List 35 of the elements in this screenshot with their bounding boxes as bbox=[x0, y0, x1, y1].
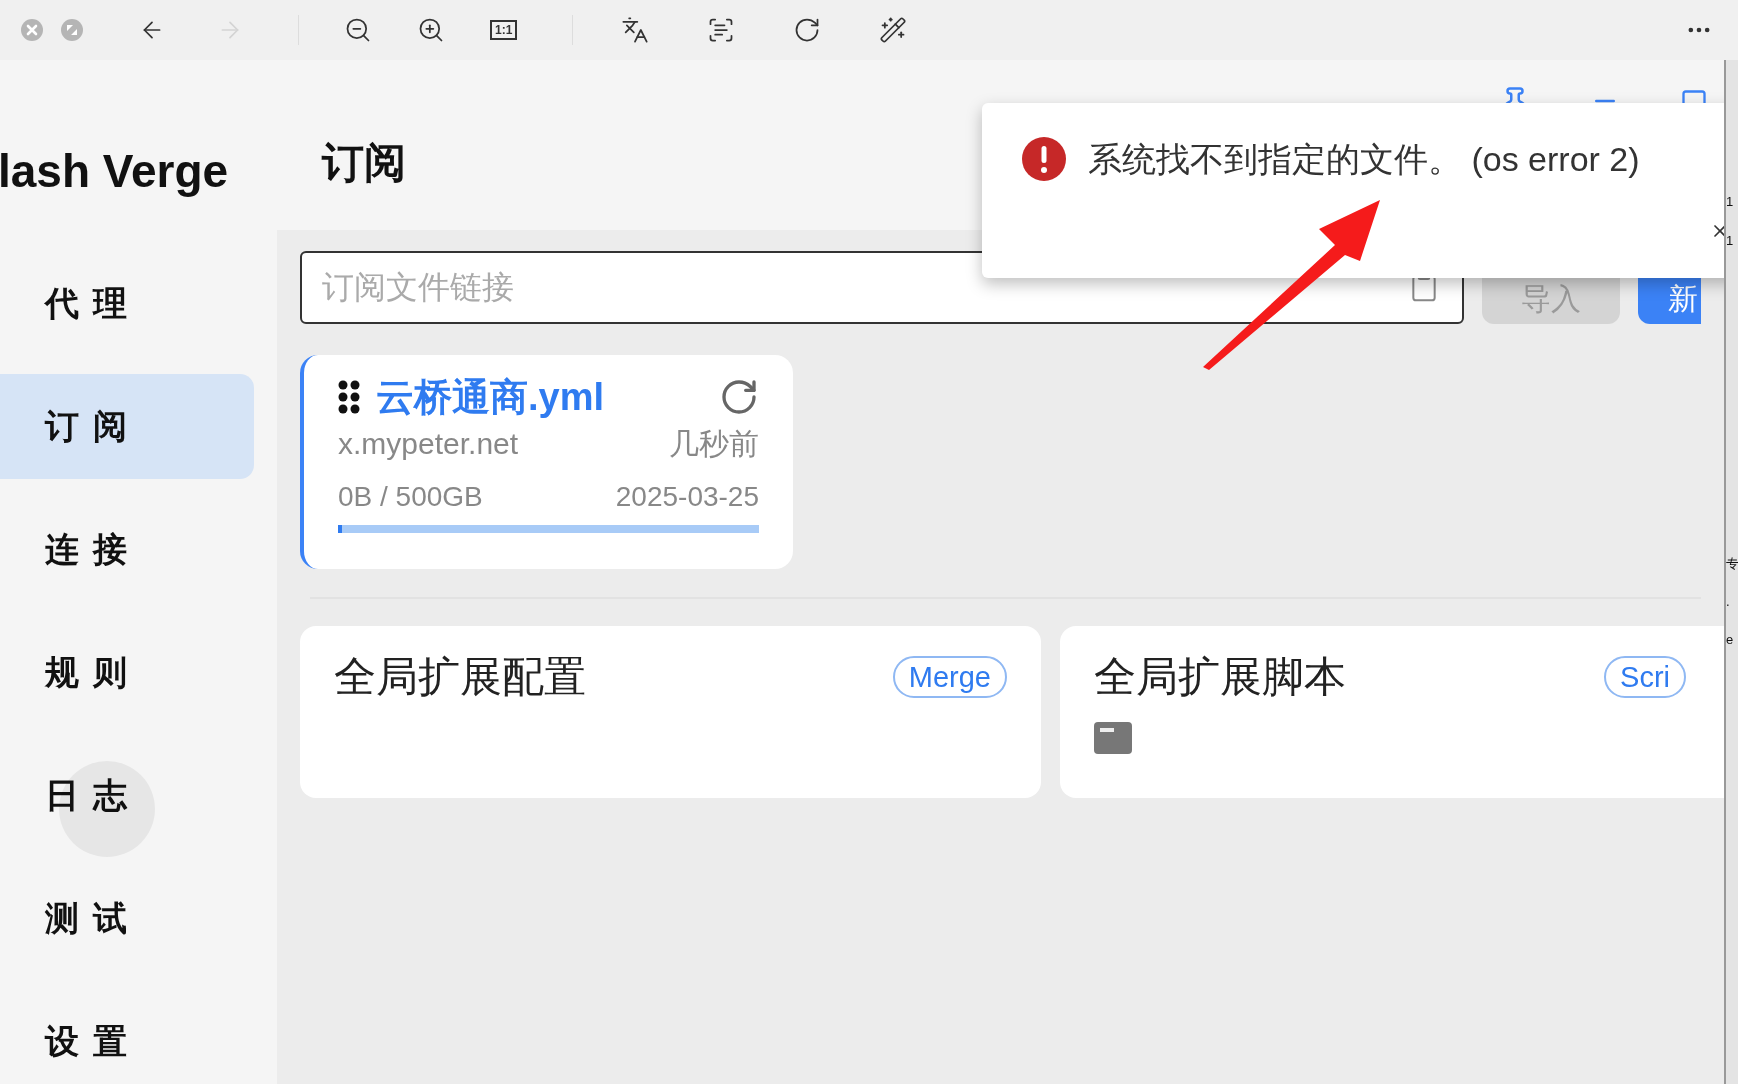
profile-usage: 0B / 500GB bbox=[338, 483, 483, 511]
error-icon bbox=[1022, 137, 1066, 181]
type-tag: Merge bbox=[892, 656, 1007, 698]
nav-item[interactable]: 连接 bbox=[0, 497, 254, 602]
actual-size-button[interactable]: 1:1 bbox=[490, 20, 518, 40]
profile-updated-time: 几秒前 bbox=[669, 429, 759, 459]
profile-card[interactable]: 云桥通商.yml x.mypeter.net 几秒前 0B / 500GB 2025-03-25 bbox=[300, 355, 793, 569]
nav-item[interactable]: 代理 bbox=[0, 251, 254, 356]
enhance-card-title: 全局扩展配置 bbox=[334, 656, 586, 698]
profile-host: x.mypeter.net bbox=[338, 429, 519, 459]
drag-handle-icon[interactable] bbox=[338, 379, 360, 415]
page-title: 订阅 bbox=[322, 142, 406, 184]
zoom-in-icon[interactable] bbox=[417, 16, 445, 44]
type-tag: Scri bbox=[1604, 656, 1686, 698]
translate-icon[interactable] bbox=[621, 16, 650, 44]
nav-item[interactable]: 规则 bbox=[0, 620, 254, 725]
nav-item[interactable]: 测试 bbox=[0, 866, 254, 971]
nav-item[interactable]: 订阅 bbox=[0, 374, 254, 479]
profile-name: 云桥通商.yml bbox=[376, 378, 605, 416]
enhance-card-title: 全局扩展脚本 bbox=[1094, 656, 1346, 698]
window-text-fragment: 1 bbox=[1726, 195, 1734, 208]
file-icon[interactable] bbox=[1094, 722, 1132, 754]
enhance-card[interactable]: 全局扩展脚本 Scri bbox=[1060, 626, 1724, 798]
error-message: 系统找不到指定的文件。 (os error 2) bbox=[1088, 139, 1640, 180]
refresh-icon[interactable] bbox=[719, 377, 759, 417]
window-text-fragment: . bbox=[1726, 595, 1730, 608]
window-text-fragment: e bbox=[1726, 633, 1734, 646]
zoom-out-icon[interactable] bbox=[344, 16, 372, 44]
window-text-fragment: 专 bbox=[1726, 557, 1738, 570]
enhance-card[interactable]: 全局扩展配置 Merge bbox=[300, 626, 1041, 798]
nav-item[interactable]: 日志 bbox=[0, 743, 254, 848]
magic-wand-icon[interactable] bbox=[879, 16, 908, 44]
nav-item[interactable]: 设置 bbox=[0, 989, 254, 1084]
window-text-fragment: 1 bbox=[1726, 234, 1734, 247]
profile-expire-date: 2025-03-25 bbox=[615, 483, 759, 511]
